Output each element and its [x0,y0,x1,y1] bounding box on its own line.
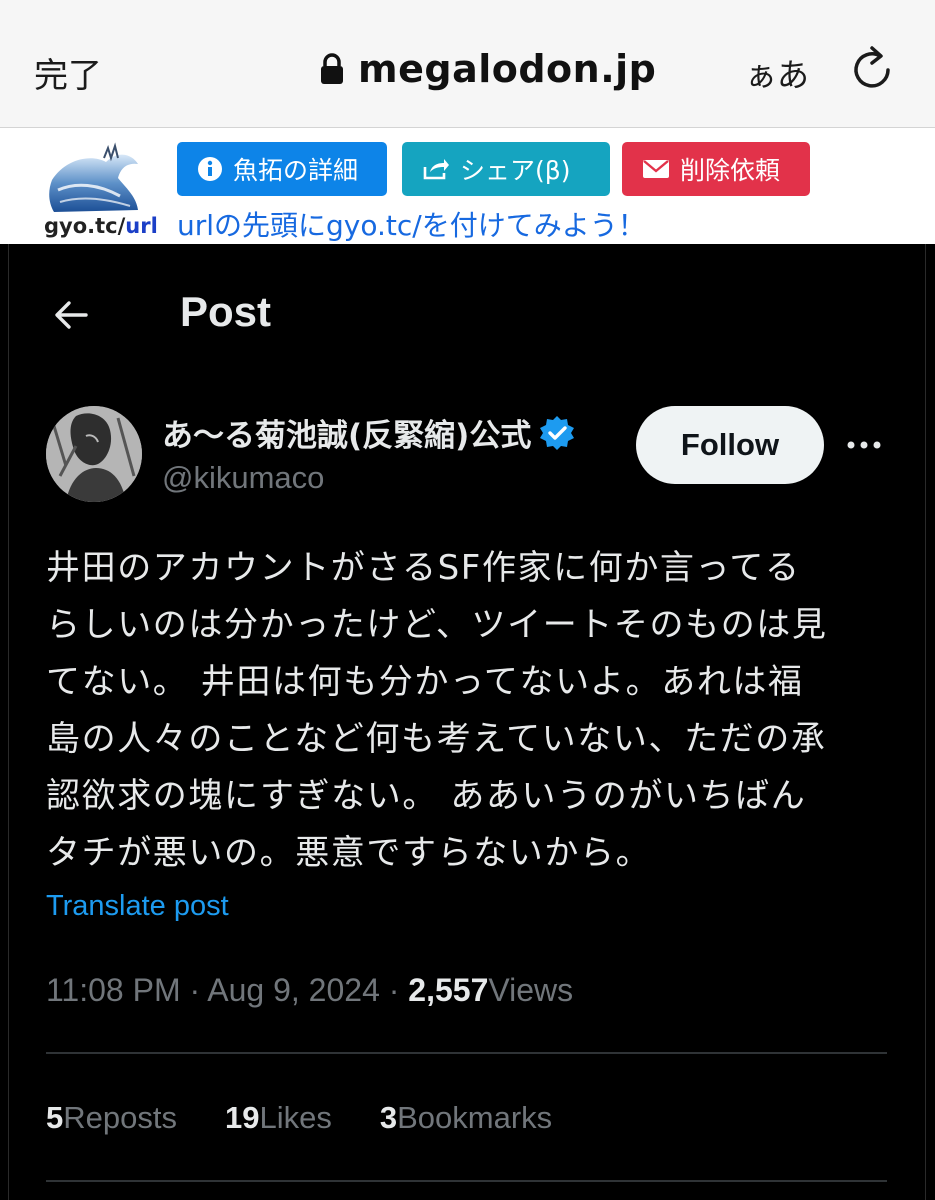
post-text: 井田のアカウントがさるSF作家に何か言ってる らしいのは分かったけど、ツイートそ… [46,540,896,882]
delete-request-button[interactable]: 削除依頼 [622,142,810,196]
follow-button[interactable]: Follow [636,406,824,484]
post-date[interactable]: Aug 9, 2024 [207,972,380,1008]
reposts-stat[interactable]: 5Reposts [46,1100,177,1136]
post-text-line: てない。 井田は何も分かってないよ。あれは福 [46,662,804,702]
views-label: Views [488,972,574,1008]
translate-post-link[interactable]: Translate post [46,890,229,923]
reload-icon[interactable] [850,44,894,96]
meta-separator: · [388,972,409,1008]
megalodon-logo-icon[interactable] [46,140,142,224]
divider [46,1180,887,1182]
more-options-icon[interactable] [846,440,882,450]
author-display-name: あ〜る菊池誠(反緊縮)公式 [162,418,532,454]
share-button[interactable]: シェア(β) [402,142,610,196]
post-text-line: 島の人々のことなど何も考えていない、ただの承 [46,719,827,759]
envelope-icon [643,160,669,178]
gyotaku-hint-link[interactable]: urlの先頭にgyo.tc/を付けてみよう！ [177,204,646,244]
post-text-line: 井田のアカウントがさるSF作家に何か言ってる [46,548,801,588]
info-icon [198,157,222,181]
post-page: Post あ〜る菊池誠(反緊縮)公式 @kikumaco Follow 井田のア… [0,244,935,1200]
gyotaku-details-label: 魚拓の詳細 [233,156,359,185]
post-text-line: タチが悪いの。悪意ですらないから。 [46,833,652,873]
back-arrow-icon[interactable] [52,296,90,334]
logo-caption[interactable]: gyo.tc/url [44,214,158,238]
page-title: Post [180,288,272,335]
avatar-image [46,406,142,502]
post-metadata: 11:08 PM · Aug 9, 2024 · 2,557Views [46,972,573,1009]
lock-icon [321,53,343,84]
text-size-button[interactable]: ぁあ [745,50,809,96]
verified-badge-icon [540,415,575,450]
avatar[interactable] [46,406,142,502]
done-button[interactable]: 完了 [34,48,102,97]
share-label: シェア(β) [460,156,571,185]
post-text-line: らしいのは分かったけど、ツイートそのものは見 [46,605,828,645]
divider [46,1052,887,1054]
browser-toolbar: 完了 megalodon.jp ぁあ [0,0,935,128]
post-text-line: 認欲求の塊にすぎない。 ああいうのがいちばん [46,776,807,816]
author-name[interactable]: あ〜る菊池誠(反緊縮)公式 [162,410,575,455]
meta-separator: · [189,972,208,1008]
delete-request-label: 削除依頼 [680,156,781,185]
url-text: megalodon.jp [358,47,657,91]
share-icon [423,159,449,180]
column-border-left [8,244,9,1200]
gyotaku-banner: gyo.tc/url 魚拓の詳細 シェア(β) 削除依頼 urlの先頭にgyo.… [0,128,935,244]
column-border-right [925,244,926,1200]
likes-stat[interactable]: 19Likes [225,1100,332,1136]
engagement-stats: 5Reposts 19Likes 3Bookmarks [46,1100,552,1136]
address-bar[interactable]: megalodon.jp [320,42,656,96]
gyotaku-details-button[interactable]: 魚拓の詳細 [177,142,387,196]
views-count: 2,557 [408,972,489,1008]
post-time[interactable]: 11:08 PM [46,972,181,1008]
bookmarks-stat[interactable]: 3Bookmarks [380,1100,552,1136]
author-handle[interactable]: @kikumaco [162,460,324,496]
